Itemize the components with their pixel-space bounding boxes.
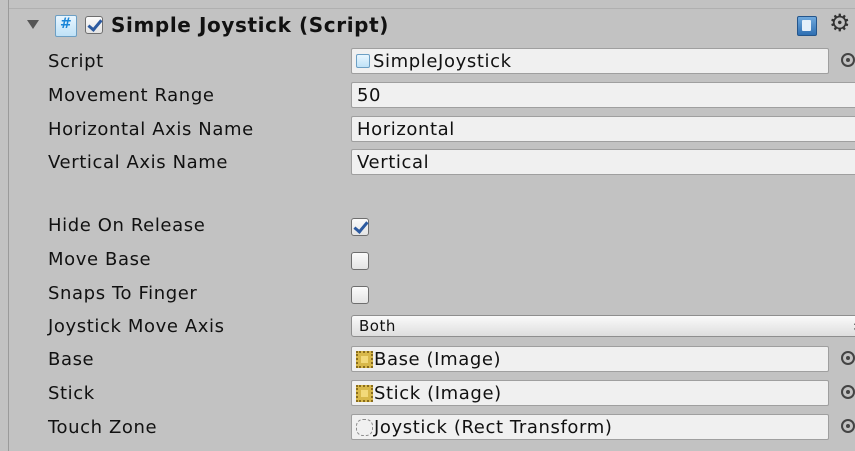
gear-icon[interactable]: ⚙ xyxy=(829,9,851,37)
touch-zone-label: Touch Zone xyxy=(48,417,158,438)
script-icon xyxy=(55,15,77,37)
stick-object-picker-icon[interactable] xyxy=(841,385,855,399)
base-label: Base xyxy=(48,349,95,370)
joystick-move-axis-value: Both xyxy=(359,317,396,335)
foldout-triangle-icon[interactable] xyxy=(27,20,39,29)
touch-zone-value: Joystick (Rect Transform) xyxy=(374,417,613,438)
script-object-picker-icon[interactable] xyxy=(841,53,855,67)
component-title: Simple Joystick (Script) xyxy=(111,13,389,37)
hide-on-release-checkbox[interactable] xyxy=(351,218,369,236)
component-header[interactable]: Simple Joystick (Script) ⚙ xyxy=(9,9,855,42)
joystick-move-axis-row: Joystick Move Axis Both ▴▾ xyxy=(9,313,855,343)
script-row: Script SimpleJoystick xyxy=(9,48,855,78)
base-row: Base Base (Image) xyxy=(9,346,855,376)
base-field[interactable]: Base (Image) xyxy=(351,346,829,372)
component-enabled-checkbox[interactable] xyxy=(85,16,103,34)
horizontal-axis-name-label: Horizontal Axis Name xyxy=(48,119,254,140)
rect-transform-icon xyxy=(356,419,373,436)
move-base-checkbox[interactable] xyxy=(351,252,369,270)
move-base-row: Move Base xyxy=(9,246,855,276)
base-object-picker-icon[interactable] xyxy=(841,351,855,365)
vertical-axis-name-input[interactable]: Vertical xyxy=(351,149,855,175)
touch-zone-row: Touch Zone Joystick (Rect Transform) xyxy=(9,414,855,444)
stick-field[interactable]: Stick (Image) xyxy=(351,380,829,406)
script-value: SimpleJoystick xyxy=(373,51,512,72)
panel-top-edge xyxy=(9,0,855,9)
horizontal-axis-name-row: Horizontal Axis Name Horizontal xyxy=(9,116,855,146)
hide-on-release-label: Hide On Release xyxy=(48,215,206,236)
snaps-to-finger-checkbox[interactable] xyxy=(351,286,369,304)
stick-value: Stick (Image) xyxy=(374,383,502,404)
joystick-move-axis-label: Joystick Move Axis xyxy=(48,316,225,337)
horizontal-axis-name-input[interactable]: Horizontal xyxy=(351,116,855,142)
touch-zone-object-picker-icon[interactable] xyxy=(841,419,855,433)
joystick-move-axis-dropdown[interactable]: Both xyxy=(351,315,855,337)
movement-range-row: Movement Range 50 xyxy=(9,82,855,112)
vertical-axis-name-row: Vertical Axis Name Vertical xyxy=(9,149,855,179)
image-icon xyxy=(356,351,373,368)
hide-on-release-row: Hide On Release xyxy=(9,212,855,242)
move-base-label: Move Base xyxy=(48,249,152,270)
script-file-icon xyxy=(356,54,370,68)
snaps-to-finger-label: Snaps To Finger xyxy=(48,283,198,304)
movement-range-input[interactable]: 50 xyxy=(351,82,855,108)
script-label: Script xyxy=(48,51,104,72)
inspector-panel: Simple Joystick (Script) ⚙ Script Simple… xyxy=(8,0,855,451)
stick-label: Stick xyxy=(48,383,95,404)
stick-row: Stick Stick (Image) xyxy=(9,380,855,410)
base-value: Base (Image) xyxy=(374,349,502,370)
help-book-icon[interactable] xyxy=(797,16,817,36)
vertical-axis-name-label: Vertical Axis Name xyxy=(48,152,229,173)
script-field[interactable]: SimpleJoystick xyxy=(351,48,829,74)
touch-zone-field[interactable]: Joystick (Rect Transform) xyxy=(351,414,829,440)
movement-range-label: Movement Range xyxy=(48,85,215,106)
snaps-to-finger-row: Snaps To Finger xyxy=(9,280,855,310)
image-icon xyxy=(356,385,373,402)
